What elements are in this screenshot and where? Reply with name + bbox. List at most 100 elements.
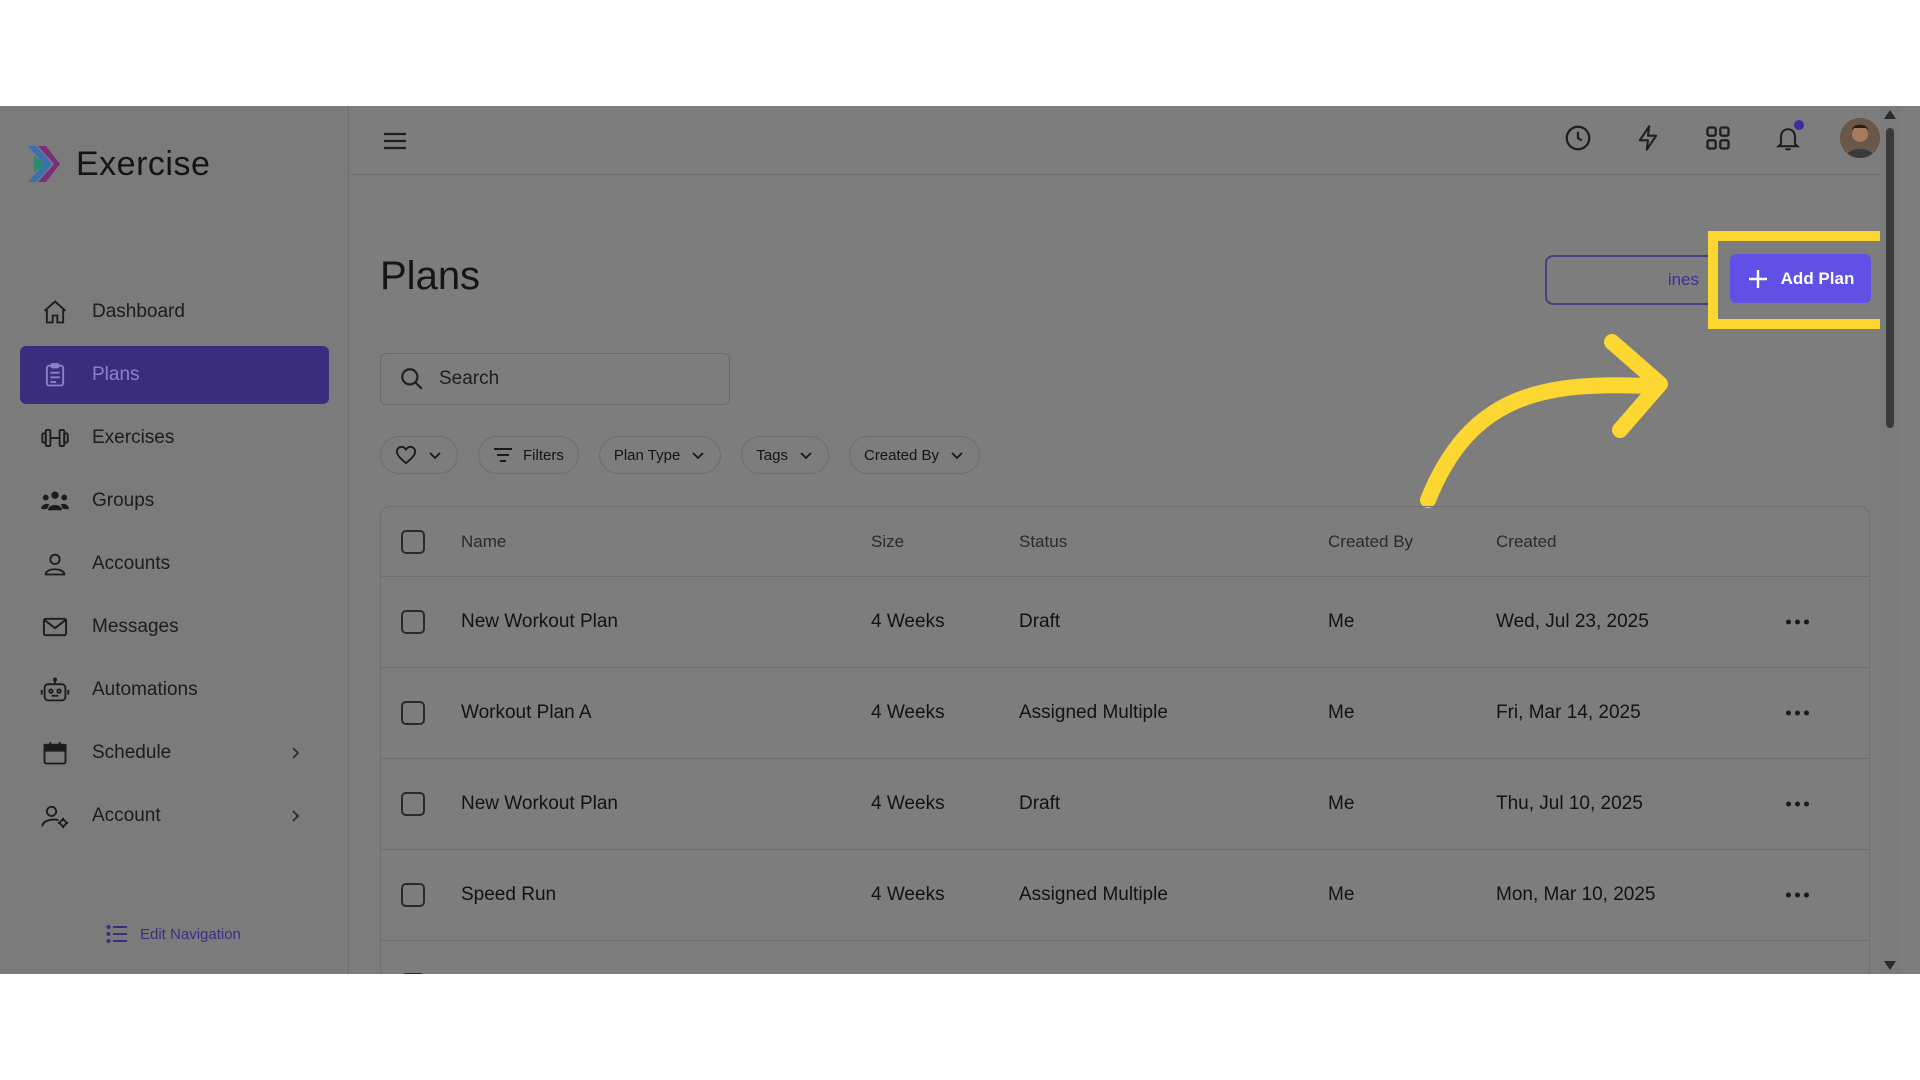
sidebar-item-messages[interactable]: Messages — [20, 598, 329, 656]
created-by-filter[interactable]: Created By — [848, 436, 981, 474]
clipboard-icon — [40, 360, 70, 390]
app-window: Exercise Dashboard Plans Exercises Group… — [0, 106, 1920, 974]
table-row[interactable]: New Workout Plan 4 Weeks Draft Me Thu, J… — [381, 759, 1869, 850]
more-options-icon[interactable] — [1786, 710, 1809, 716]
filters-label: Filters — [523, 446, 564, 464]
plan-name[interactable]: Workout Plan A — [461, 702, 592, 724]
plan-created: Mon, Mar 10, 2025 — [1496, 884, 1656, 905]
users-icon — [40, 486, 70, 516]
search-icon — [401, 368, 423, 390]
more-options-icon[interactable] — [1786, 892, 1809, 898]
plan-size: 4 Weeks — [871, 611, 945, 632]
edit-navigation-link[interactable]: Edit Navigation — [106, 924, 241, 944]
sidebar-item-label: Dashboard — [92, 301, 185, 322]
brand-logo-icon — [28, 146, 60, 182]
heart-icon — [395, 445, 417, 465]
tags-filter[interactable]: Tags — [741, 436, 829, 474]
column-header-status[interactable]: Status — [1019, 532, 1067, 552]
column-header-created-by[interactable]: Created By — [1328, 532, 1413, 552]
bell-icon[interactable] — [1770, 120, 1806, 156]
plus-icon — [1748, 269, 1767, 288]
select-all-checkbox[interactable] — [401, 529, 425, 554]
main-content: Plans ines Add Plan Search Filters Plan … — [350, 106, 1900, 974]
plan-created-by: Me — [1328, 702, 1355, 723]
scroll-up-icon[interactable] — [1884, 110, 1896, 119]
search-placeholder: Search — [439, 368, 500, 389]
avatar[interactable] — [1840, 118, 1880, 158]
plan-name[interactable]: New Workout Plan — [461, 793, 618, 815]
chevron-right-icon — [292, 810, 300, 822]
plan-name[interactable]: Speed Run — [461, 884, 556, 906]
brand[interactable]: Exercise — [24, 144, 210, 184]
sidebar-item-label: Groups — [92, 490, 155, 511]
table-row[interactable]: Speed Run 4 Weeks Assigned Multiple Me M… — [381, 850, 1869, 941]
dumbbell-icon — [40, 423, 70, 453]
plan-name[interactable]: New Workout Plan — [461, 611, 618, 633]
hamburger-menu-icon[interactable] — [380, 126, 410, 156]
letterbox-top — [0, 0, 1920, 106]
created-by-label: Created By — [863, 446, 940, 464]
apps-grid-icon[interactable] — [1700, 120, 1736, 156]
sidebar-item-label: Accounts — [92, 553, 171, 574]
top-bar-actions — [1560, 118, 1880, 158]
plan-status: Assigned Multiple — [1019, 702, 1168, 723]
scroll-thumb[interactable] — [1886, 128, 1894, 428]
plan-status: Draft — [1019, 611, 1061, 632]
chevron-down-icon — [429, 452, 441, 460]
row-checkbox[interactable] — [401, 792, 425, 816]
table-row[interactable]: Workout Plan A 4 Weeks Assigned Multiple… — [381, 668, 1869, 759]
annotation-arrow-icon — [1420, 334, 1668, 508]
top-bar — [350, 106, 1900, 175]
add-plan-button[interactable]: Add Plan — [1730, 254, 1871, 303]
plan-status: Draft — [1019, 793, 1061, 814]
plan-created: Thu, Jul 10, 2025 — [1496, 793, 1643, 814]
history-icon[interactable] — [1560, 120, 1596, 156]
plans-table: Name Size Status Created By Created New … — [380, 506, 1870, 974]
table-header: Name Size Status Created By Created — [381, 507, 1869, 577]
column-header-name[interactable]: Name — [461, 532, 506, 552]
plan-created-by: Me — [1328, 884, 1355, 905]
sidebar-item-label: Account — [92, 805, 161, 826]
plan-type-label: Plan Type — [613, 446, 681, 464]
sidebar-item-label: Plans — [92, 364, 140, 385]
sidebar-item-accounts[interactable]: Accounts — [20, 535, 329, 593]
column-header-created[interactable]: Created — [1496, 532, 1556, 552]
calendar-icon — [40, 738, 70, 768]
user-icon — [40, 549, 70, 579]
sidebar-item-automations[interactable]: Automations — [20, 661, 329, 719]
sidebar: Exercise Dashboard Plans Exercises Group… — [0, 106, 349, 974]
notification-dot — [1794, 120, 1804, 130]
sidebar-item-label: Schedule — [92, 742, 172, 763]
table-row[interactable]: New Workout Plan 4 Weeks Draft Me Wed, J… — [381, 577, 1869, 668]
more-options-icon[interactable] — [1786, 619, 1809, 625]
robot-icon — [40, 675, 70, 705]
column-header-size[interactable]: Size — [871, 532, 904, 552]
tags-label: Tags — [756, 446, 788, 464]
filter-icon — [494, 448, 512, 462]
sidebar-item-dashboard[interactable]: Dashboard — [20, 283, 329, 341]
table-row[interactable] — [381, 941, 1869, 974]
sidebar-item-account[interactable]: Account — [20, 787, 329, 845]
lightning-icon[interactable] — [1630, 120, 1666, 156]
plan-size: 4 Weeks — [871, 702, 945, 723]
sidebar-item-schedule[interactable]: Schedule — [20, 724, 329, 782]
sidebar-nav: Dashboard Plans Exercises Groups Account… — [20, 283, 329, 850]
row-checkbox[interactable] — [401, 701, 425, 725]
list-icon — [106, 925, 127, 943]
scroll-down-icon[interactable] — [1884, 961, 1896, 970]
favorites-filter[interactable] — [380, 436, 458, 474]
plan-size: 4 Weeks — [871, 884, 945, 905]
add-plan-label: Add Plan — [1780, 268, 1855, 288]
plan-type-filter[interactable]: Plan Type — [598, 436, 722, 474]
sidebar-item-plans[interactable]: Plans — [20, 346, 329, 404]
sidebar-item-label: Messages — [92, 616, 179, 637]
plan-status: Assigned Multiple — [1019, 884, 1168, 905]
search-input[interactable]: Search — [380, 353, 730, 405]
row-checkbox[interactable] — [401, 883, 425, 907]
vertical-scrollbar[interactable] — [1880, 106, 1900, 974]
sidebar-item-exercises[interactable]: Exercises — [20, 409, 329, 467]
filters-button[interactable]: Filters — [478, 436, 579, 474]
sidebar-item-groups[interactable]: Groups — [20, 472, 329, 530]
row-checkbox[interactable] — [401, 610, 425, 634]
more-options-icon[interactable] — [1786, 801, 1809, 807]
